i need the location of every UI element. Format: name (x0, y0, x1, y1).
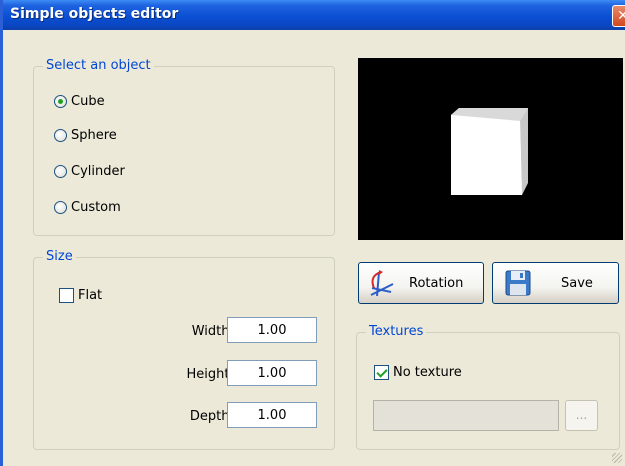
select-object-legend: Select an object (43, 58, 154, 73)
no-texture-checkbox[interactable] (374, 364, 389, 380)
floppy-disk-icon (505, 270, 531, 296)
textures-legend: Textures (366, 324, 427, 339)
rotation-axes-icon (370, 270, 394, 297)
rotation-label: Rotation (409, 275, 464, 291)
size-legend: Size (43, 249, 76, 264)
close-icon: ✕ (617, 8, 625, 24)
title-bar[interactable]: Simple objects editor ✕ (3, 0, 625, 30)
texture-path-input[interactable] (373, 400, 559, 431)
width-input[interactable] (227, 317, 317, 343)
flat-checkbox-row[interactable]: Flat (59, 285, 102, 305)
height-input[interactable] (227, 360, 317, 386)
radio-sphere[interactable]: Sphere (54, 125, 117, 145)
flat-label: Flat (78, 287, 103, 303)
save-label: Save (561, 275, 593, 291)
radio-custom-indicator[interactable] (54, 200, 67, 214)
close-button[interactable]: ✕ (612, 5, 625, 27)
object-preview[interactable] (358, 58, 623, 240)
radio-sphere-indicator[interactable] (54, 128, 67, 142)
window-title: Simple objects editor (10, 6, 179, 22)
size-group: Size Flat Width : Height : Depth : (33, 249, 335, 450)
radio-cylinder-indicator[interactable] (54, 164, 67, 178)
browse-texture-button[interactable]: ... (565, 400, 598, 431)
radio-cube[interactable]: Cube (54, 91, 105, 111)
flat-checkbox[interactable] (59, 287, 74, 303)
save-button[interactable]: Save (492, 262, 619, 304)
textures-group: Textures No texture (356, 324, 620, 450)
radio-cylinder[interactable]: Cylinder (54, 161, 125, 181)
editor-window: Simple objects editor ✕ Select an object… (0, 0, 625, 466)
radio-sphere-label: Sphere (71, 127, 117, 143)
width-label: Width : (191, 324, 238, 339)
depth-label: Depth : (189, 409, 238, 424)
radio-cube-indicator[interactable] (54, 94, 67, 108)
cube-render (451, 108, 528, 195)
radio-custom-label: Custom (71, 199, 121, 215)
rotation-button[interactable]: Rotation (358, 262, 484, 304)
no-texture-label: No texture (393, 364, 462, 380)
height-label: Height : (186, 367, 239, 382)
radio-cylinder-label: Cylinder (71, 163, 125, 179)
depth-input[interactable] (227, 402, 317, 428)
resize-grip[interactable] (612, 453, 622, 463)
select-object-group: Select an object Cube Sphere Cylinder Cu… (33, 58, 335, 236)
radio-cube-label: Cube (71, 93, 105, 109)
radio-custom[interactable]: Custom (54, 197, 121, 217)
no-texture-checkbox-row[interactable]: No texture (374, 362, 462, 382)
